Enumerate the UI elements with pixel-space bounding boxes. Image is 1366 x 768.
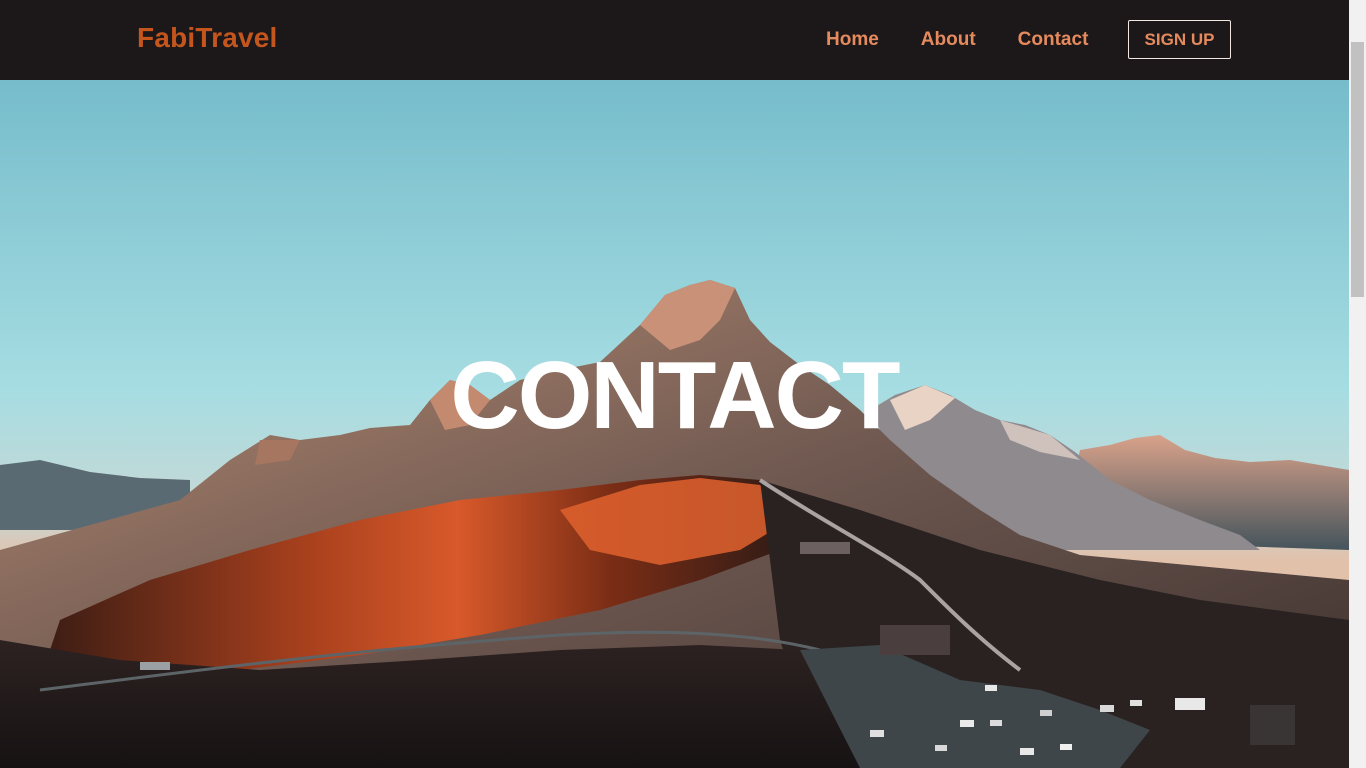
brand-logo[interactable]: FabiTravel: [137, 22, 278, 54]
navbar: FabiTravel Home About Contact SIGN UP: [0, 0, 1349, 80]
scrollbar-thumb[interactable]: [1351, 42, 1364, 297]
signup-button[interactable]: SIGN UP: [1128, 20, 1231, 59]
nav-link-about[interactable]: About: [921, 29, 976, 51]
nav-link-contact[interactable]: Contact: [1018, 29, 1089, 51]
page-scrollbar[interactable]: [1349, 0, 1366, 768]
hero-title: CONTACT: [450, 342, 900, 449]
hero-section: CONTACT: [0, 80, 1349, 768]
nav-link-home[interactable]: Home: [826, 29, 879, 51]
page: FabiTravel Home About Contact SIGN UP CO…: [0, 0, 1366, 768]
nav-links: Home About Contact: [826, 29, 1088, 51]
